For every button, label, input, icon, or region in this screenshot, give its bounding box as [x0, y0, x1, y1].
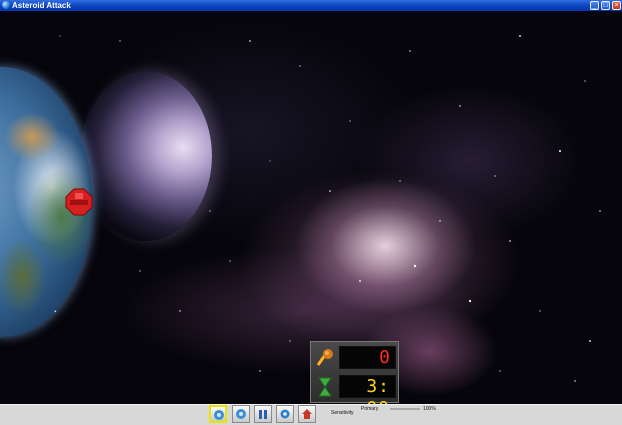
- target-button-selected[interactable]: [209, 405, 227, 423]
- home-button[interactable]: [298, 405, 316, 423]
- timer-display: 3: 00: [339, 375, 396, 404]
- sensitivity-label: Sensitivity: [331, 410, 354, 416]
- window-title: Asteroid Attack: [12, 1, 71, 10]
- target-icon: [214, 410, 224, 420]
- settings-button[interactable]: [276, 405, 294, 423]
- maximize-button[interactable]: □: [601, 1, 610, 10]
- minimize-button[interactable]: _: [590, 1, 599, 10]
- planet: [80, 71, 212, 241]
- sensitivity-percent: 100%: [423, 406, 436, 412]
- title-bar: Asteroid Attack _ □ ×: [0, 0, 622, 11]
- app-icon: [2, 1, 10, 9]
- game-viewport[interactable]: 0 3: 00: [0, 11, 622, 404]
- score-display: 0: [339, 346, 396, 369]
- sensitivity-slider[interactable]: [390, 408, 420, 410]
- asteroid-icon: [316, 349, 333, 366]
- target-icon: [236, 409, 246, 419]
- close-button[interactable]: ×: [612, 1, 621, 10]
- target-button[interactable]: [232, 405, 250, 423]
- barrier-icon: [259, 410, 267, 419]
- home-icon: [302, 409, 312, 419]
- hud-panel: 0 3: 00: [310, 341, 399, 404]
- barrier-button[interactable]: [254, 405, 272, 423]
- hourglass-icon: [318, 377, 332, 397]
- red-ship[interactable]: [64, 187, 94, 217]
- gear-icon: [280, 409, 290, 419]
- mode-label: Primary: [361, 406, 379, 412]
